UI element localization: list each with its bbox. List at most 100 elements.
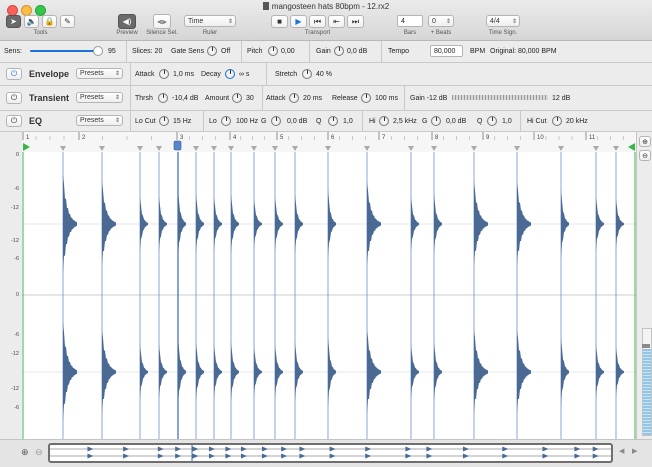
- slice-marker[interactable]: [613, 146, 619, 151]
- silence-tool-button[interactable]: 🔈: [24, 15, 39, 28]
- slice-marker[interactable]: [471, 146, 477, 151]
- overview-scrollbar[interactable]: [48, 443, 613, 463]
- overview-hit: [281, 446, 288, 452]
- lo-band-label: Lo: [209, 118, 217, 125]
- slice-marker[interactable]: [99, 146, 105, 151]
- zoom-in-icon[interactable]: ⊕: [21, 447, 29, 458]
- envelope-power-button[interactable]: ⏻: [6, 68, 22, 80]
- play-button[interactable]: ▶: [290, 15, 307, 28]
- lock-tool-button[interactable]: 🔒: [42, 15, 57, 28]
- slice-marker[interactable]: [514, 146, 520, 151]
- pencil-tool-button[interactable]: ✎: [60, 15, 75, 28]
- waveform-graphic: [22, 152, 636, 439]
- slice-marker[interactable]: [272, 146, 278, 151]
- lock-icon: 🔒: [44, 17, 55, 26]
- lo-freq-knob[interactable]: [221, 116, 231, 126]
- slice-marker[interactable]: [408, 146, 414, 151]
- zoom-in-button[interactable]: ⊕: [639, 136, 651, 147]
- waveform-hit: [596, 196, 604, 252]
- scroll-right-icon[interactable]: ▶: [632, 447, 637, 455]
- waveform-display[interactable]: [22, 152, 636, 439]
- divider: [262, 86, 263, 110]
- eq-power-button[interactable]: ⏻: [6, 115, 22, 127]
- attack-knob[interactable]: [159, 69, 169, 79]
- zoom-out-button[interactable]: ⊖: [639, 150, 651, 161]
- overview-hit: [123, 446, 130, 452]
- slice-marker[interactable]: [558, 146, 564, 151]
- lo-cut-knob[interactable]: [159, 116, 169, 126]
- gain-knob[interactable]: [334, 46, 344, 56]
- lo-gain-knob[interactable]: [271, 116, 281, 126]
- slice-marker[interactable]: [193, 146, 199, 151]
- threshold-knob[interactable]: [158, 93, 168, 103]
- eq-presets-select[interactable]: Presets: [76, 115, 123, 126]
- release-label: Release: [332, 95, 358, 102]
- transient-power-button[interactable]: ⏻: [6, 92, 22, 104]
- overview-bar: ⊕ ⊖ ◀ ▶: [0, 439, 652, 467]
- hi-gain-knob[interactable]: [431, 116, 441, 126]
- slice-marker[interactable]: [593, 146, 599, 151]
- slice-marker[interactable]: [292, 146, 298, 151]
- hi-q-knob[interactable]: [487, 116, 497, 126]
- hi-freq-knob[interactable]: [379, 116, 389, 126]
- waveform-hit: [214, 196, 222, 252]
- divider: [362, 111, 363, 131]
- overview-hit: [542, 453, 549, 459]
- stretch-knob[interactable]: [302, 69, 312, 79]
- slice-marker[interactable]: [431, 146, 437, 151]
- preview-button[interactable]: ◀): [118, 14, 136, 29]
- tempo-label: Tempo: [388, 48, 410, 55]
- slice-marker[interactable]: [364, 146, 370, 151]
- pointer-tool-button[interactable]: ➤: [6, 15, 21, 28]
- waveform-hit: [411, 344, 419, 400]
- slice-marker[interactable]: [251, 146, 257, 151]
- slice-marker[interactable]: [137, 146, 143, 151]
- envelope-presets-select[interactable]: Presets: [76, 68, 123, 79]
- sens-slider[interactable]: [30, 46, 104, 56]
- release-knob[interactable]: [361, 93, 371, 103]
- transient-title: Transient: [29, 93, 70, 103]
- slice-marker[interactable]: [60, 146, 66, 151]
- hi-q-value: 1,0: [502, 118, 512, 125]
- silence-selected-button[interactable]: ⫷⫸: [153, 14, 171, 29]
- overview-hit: [365, 453, 372, 459]
- transient-presets-select[interactable]: Presets: [76, 92, 123, 103]
- hi-cut-label: Hi Cut: [527, 118, 547, 125]
- bars-field[interactable]: 4: [397, 15, 423, 27]
- waveform-hit: [367, 329, 381, 415]
- scroll-left-icon[interactable]: ◀: [619, 447, 624, 455]
- tempo-field[interactable]: 80,000: [430, 45, 463, 57]
- transient-attack-knob[interactable]: [289, 93, 299, 103]
- gate-sens-knob[interactable]: [207, 46, 217, 56]
- bar-ruler[interactable]: 1 2 3 4 5 6 7 8 9 10 11: [22, 132, 636, 153]
- loop-end-marker[interactable]: [628, 143, 635, 151]
- rewind-button[interactable]: ⏮: [309, 15, 326, 28]
- release-value: 100 ms: [375, 95, 398, 102]
- slice-marker[interactable]: [325, 146, 331, 151]
- beats-select[interactable]: 0: [428, 15, 454, 27]
- slice-control-row: Sens: 95 Slices: 20 Gate Sens Off Pitch …: [0, 41, 652, 63]
- divider: [266, 63, 267, 85]
- slice-marker[interactable]: [211, 146, 217, 151]
- waveform-hit: [328, 189, 336, 259]
- hi-cut-knob[interactable]: [552, 116, 562, 126]
- threshold-value: -10,4 dB: [172, 95, 199, 102]
- waveform-hit: [434, 194, 442, 254]
- level-meter-handle[interactable]: [642, 344, 650, 348]
- slice-marker[interactable]: [156, 146, 162, 151]
- loop-button[interactable]: ⇤: [328, 15, 345, 28]
- transient-gain-meter[interactable]: [452, 95, 548, 100]
- playhead-handle[interactable]: [173, 140, 182, 151]
- ruler-select[interactable]: Time: [184, 15, 236, 27]
- stop-button[interactable]: ■: [271, 15, 288, 28]
- slice-marker[interactable]: [228, 146, 234, 151]
- loop-start-marker[interactable]: [23, 143, 30, 151]
- decay-knob[interactable]: [225, 69, 235, 79]
- eq-title: EQ: [29, 116, 43, 126]
- zoom-out-icon[interactable]: ⊖: [35, 447, 43, 458]
- amount-knob[interactable]: [232, 93, 242, 103]
- lo-q-knob[interactable]: [328, 116, 338, 126]
- forward-button[interactable]: ⏭: [347, 15, 364, 28]
- time-signature-select[interactable]: 4/4: [486, 15, 520, 27]
- pitch-knob[interactable]: [268, 46, 278, 56]
